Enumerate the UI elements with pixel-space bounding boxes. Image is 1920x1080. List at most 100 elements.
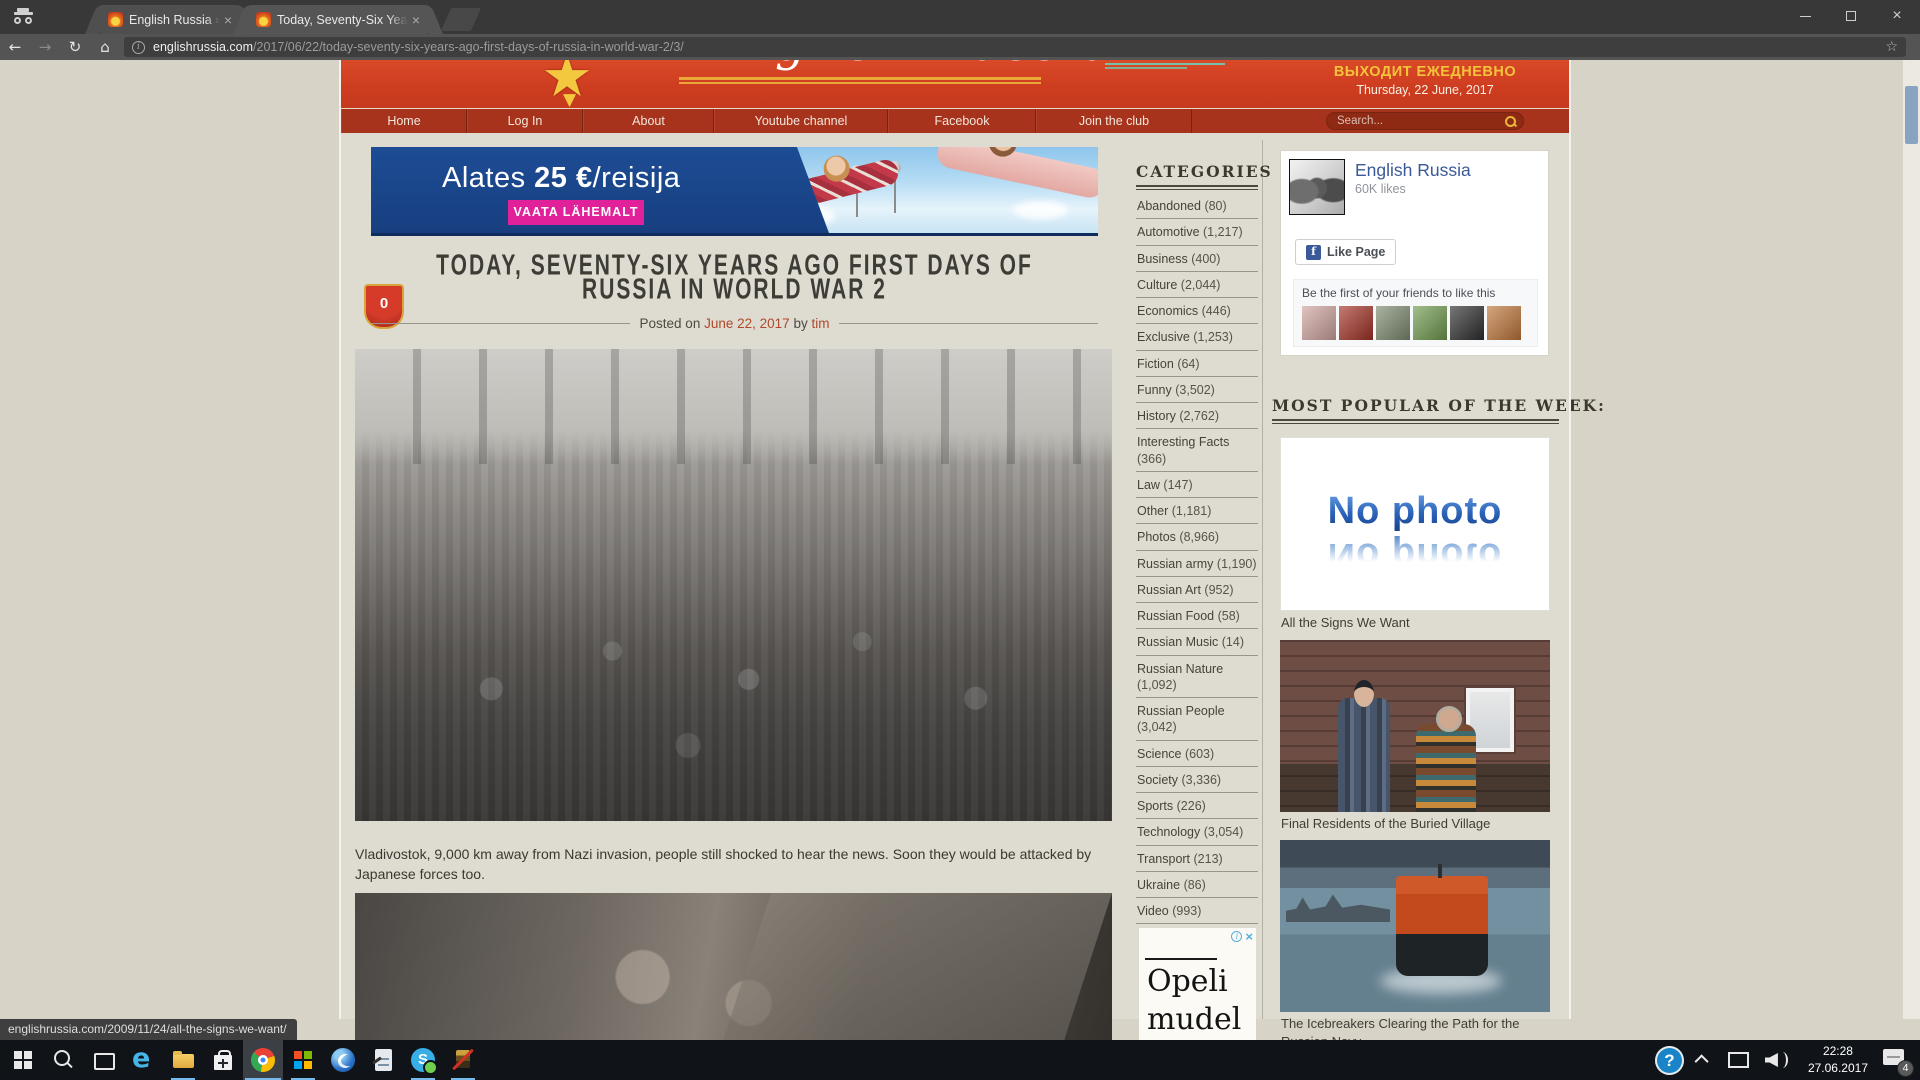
category-link[interactable]: Science (603) [1136,741,1258,767]
facebook-widget: English Russia 60K likes f Like Page Be … [1280,150,1549,356]
volume-icon[interactable] [1764,1050,1788,1070]
category-link[interactable]: Russian army (1,190) [1136,551,1258,577]
taskbar-app[interactable] [123,1040,163,1080]
nav-link[interactable]: Log In [467,109,583,133]
category-link[interactable]: Interesting Facts (366) [1136,429,1258,472]
category-link[interactable]: Video (993) [1136,898,1258,924]
taskbar-app[interactable] [3,1040,43,1080]
back-button[interactable]: ← [0,38,30,56]
category-link[interactable]: Transport (213) [1136,846,1258,872]
url-bar[interactable]: i englishrussia.com /2017/06/22/today-se… [124,37,1906,57]
photo-caption: Vladivostok, 9,000 km away from Nazi inv… [355,844,1125,885]
category-link[interactable]: Photos (8,966) [1136,524,1258,550]
facebook-f-icon: f [1306,245,1321,260]
nav-link[interactable]: Join the club [1036,109,1192,133]
category-link[interactable]: History (2,762) [1136,403,1258,429]
facebook-page-avatar[interactable] [1289,159,1345,215]
browser-tab-2-active[interactable]: Today, Seventy-Six Years × [248,5,428,34]
home-button[interactable]: ⌂ [90,38,120,56]
popular-thumbnail[interactable]: No photo No photo [1280,437,1550,611]
friend-avatar[interactable] [1450,306,1484,340]
page-info-icon[interactable]: i [132,41,145,54]
notification-center-icon[interactable]: 4 [1880,1045,1910,1075]
search-icon[interactable] [1504,115,1517,128]
ad-banner[interactable]: Alates 25 €/reisija VAATA LÄHEMALT [371,147,1098,236]
taskbar-app[interactable] [83,1040,123,1080]
popular-thumbnail[interactable] [1280,840,1550,1012]
taskbar-app[interactable] [283,1040,323,1080]
article-photo-crowd[interactable] [355,349,1112,821]
category-link[interactable]: Law (147) [1136,472,1258,498]
popular-item[interactable]: No photo No photo All the Signs We Want [1280,437,1550,634]
category-link[interactable]: Russian Nature (1,092) [1136,656,1258,699]
adchoices-info-icon[interactable]: i [1231,931,1242,942]
taskbar-app[interactable] [323,1040,363,1080]
taskbar-app[interactable] [243,1040,283,1080]
category-link[interactable]: Fiction (64) [1136,351,1258,377]
minimize-button[interactable] [1782,0,1828,32]
help-icon[interactable]: ? [1655,1046,1684,1075]
author-link[interactable]: tim [811,316,829,331]
popular-item[interactable]: The Icebreakers Clearing the Path for th… [1280,840,1550,1052]
page-scrollbar[interactable] [1903,60,1920,1019]
category-link[interactable]: Automotive (1,217) [1136,219,1258,245]
maximize-button[interactable] [1828,0,1874,32]
taskbar-app[interactable] [403,1040,443,1080]
category-link[interactable]: Other (1,181) [1136,498,1258,524]
forward-button[interactable]: → [30,38,60,56]
scrollbar-thumb[interactable] [1905,86,1918,144]
popular-caption[interactable]: All the Signs We Want [1280,611,1550,634]
nav-link[interactable]: Facebook [888,109,1036,133]
popular-item[interactable]: Final Residents of the Buried Village [1280,640,1550,835]
category-link[interactable]: Abandoned (80) [1136,193,1258,219]
bookmark-star-icon[interactable]: ☆ [1885,39,1898,55]
friend-avatar[interactable] [1413,306,1447,340]
clock[interactable]: 22:28 27.06.2017 [1808,1043,1868,1078]
nav-link[interactable]: Youtube channel [714,109,888,133]
category-link[interactable]: Ukraine (86) [1136,872,1258,898]
reload-button[interactable]: ↻ [60,38,90,56]
nav-link[interactable]: About [583,109,714,133]
ad-cta-button[interactable]: VAATA LÄHEMALT [508,200,644,225]
taskbar-app[interactable] [43,1040,83,1080]
close-button[interactable]: × [1874,0,1920,32]
posted-date-link[interactable]: June 22, 2017 [704,316,790,331]
facebook-page-link[interactable]: English Russia [1355,160,1471,181]
friend-avatar[interactable] [1376,306,1410,340]
taskbar-app[interactable] [363,1040,403,1080]
like-page-button[interactable]: f Like Page [1295,239,1396,265]
popular-thumbnail[interactable] [1280,640,1550,812]
tab-close-icon[interactable]: × [224,13,232,27]
category-link[interactable]: Russian Food (58) [1136,603,1258,629]
nav-link[interactable]: Home [341,109,467,133]
side-ad[interactable]: i × Opeli mudel - [1139,928,1256,1040]
taskbar-app[interactable] [443,1040,483,1080]
taskbar-app[interactable] [163,1040,203,1080]
browser-tab-1[interactable]: English Russia » Daily sel × [100,5,240,34]
category-link[interactable]: Economics (446) [1136,298,1258,324]
category-link[interactable]: Technology (3,054) [1136,819,1258,845]
ad-close-icon[interactable]: × [1245,931,1253,942]
category-link[interactable]: Russian People (3,042) [1136,698,1258,741]
network-icon[interactable] [1726,1050,1748,1070]
friend-avatar[interactable] [1302,306,1336,340]
new-tab-button[interactable] [441,8,481,31]
category-link[interactable]: Society (3,336) [1136,767,1258,793]
category-link[interactable]: Business (400) [1136,246,1258,272]
friend-avatar[interactable] [1339,306,1373,340]
friend-avatar[interactable] [1487,306,1521,340]
tray-expand-icon[interactable] [1694,1054,1708,1068]
category-link[interactable]: Russian Music (14) [1136,629,1258,655]
category-link[interactable]: Sports (226) [1136,793,1258,819]
taskbar-app[interactable] [203,1040,243,1080]
site-logo-script[interactable]: English Russia [701,60,1115,72]
category-link[interactable]: Funny (3,502) [1136,377,1258,403]
site-search[interactable] [1326,112,1524,130]
category-link[interactable]: Russian Art (952) [1136,577,1258,603]
popular-caption[interactable]: Final Residents of the Buried Village [1280,812,1550,835]
tab-close-icon[interactable]: × [412,13,420,27]
category-link[interactable]: Culture (2,044) [1136,272,1258,298]
category-link[interactable]: Exclusive (1,253) [1136,324,1258,350]
article-title[interactable]: TODAY, SEVENTY-SIX YEARS AGO FIRST DAYS … [371,250,1098,298]
search-input[interactable] [1337,115,1504,127]
